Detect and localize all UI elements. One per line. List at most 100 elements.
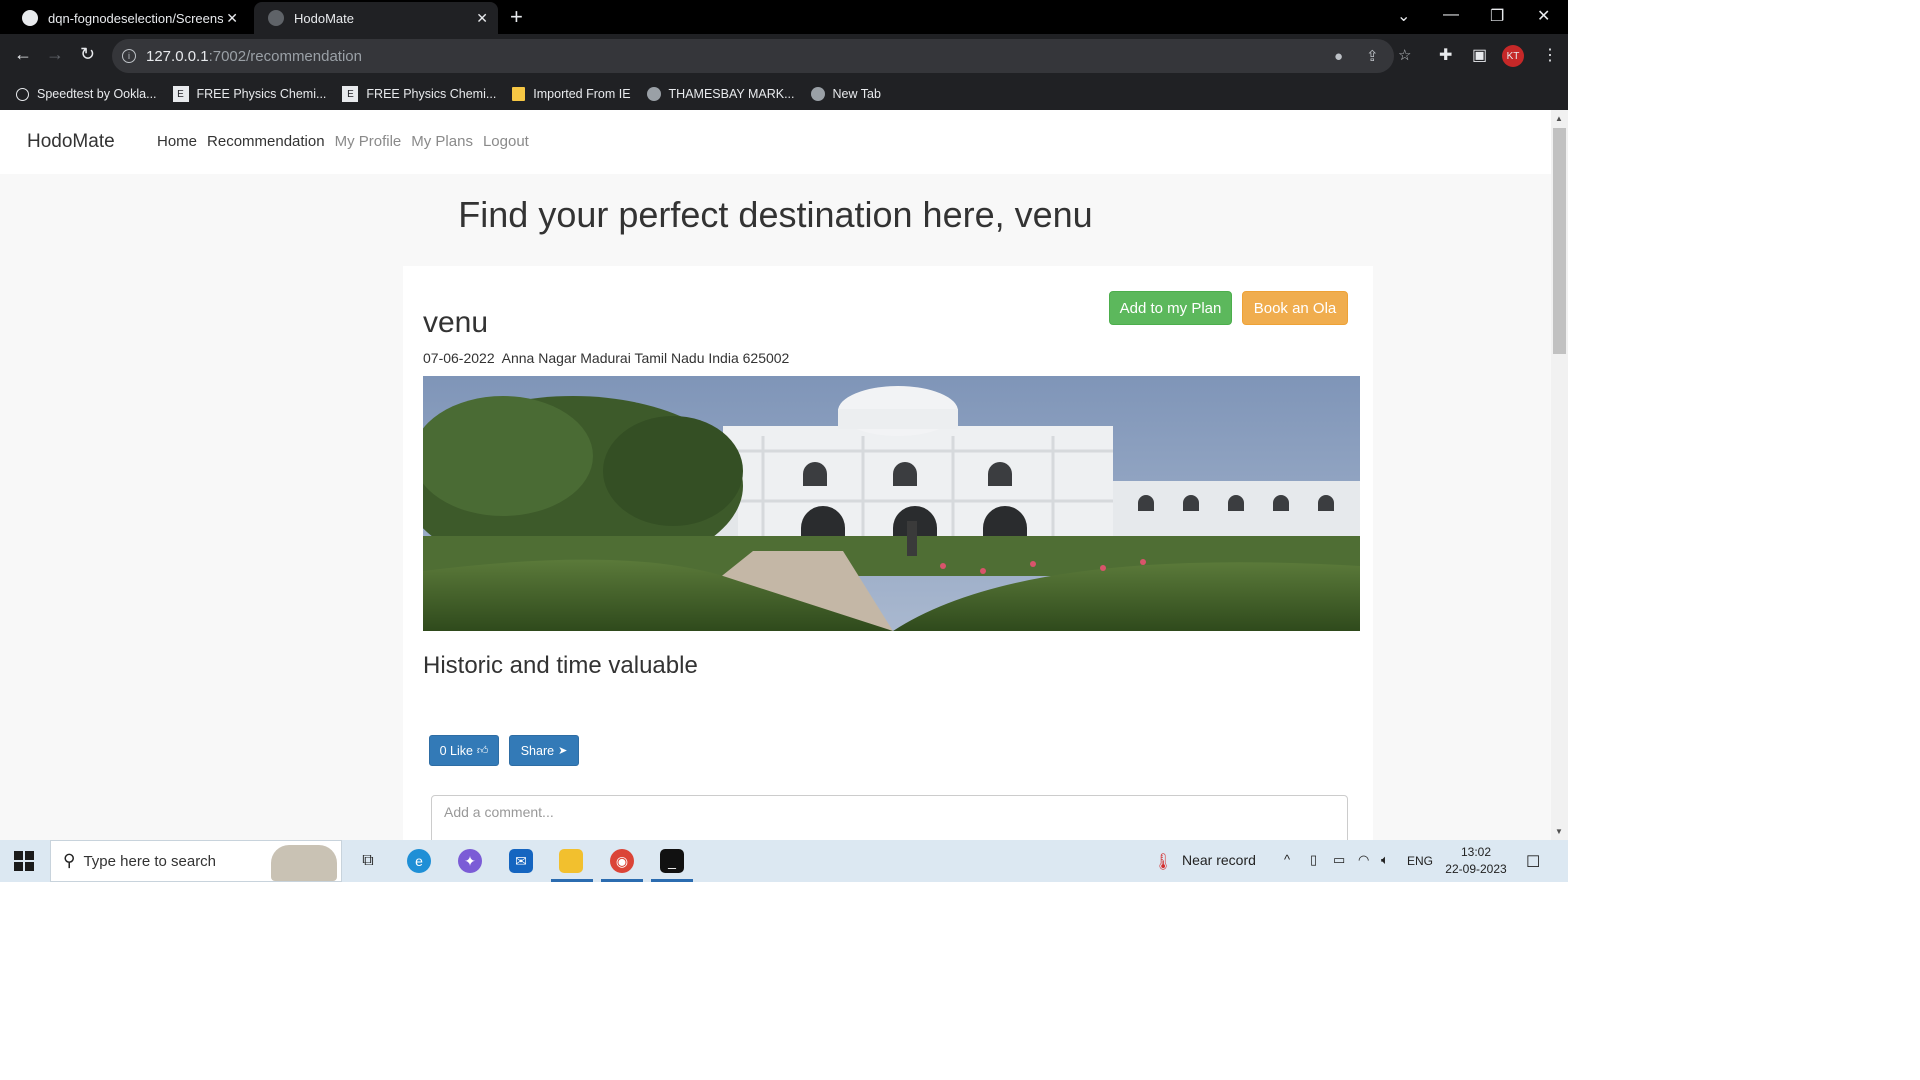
new-tab-button[interactable]: + bbox=[510, 6, 523, 28]
thumbs-up-icon: 👍︎ bbox=[476, 745, 489, 757]
taskbar-clock[interactable]: 13:02 22-09-2023 bbox=[1440, 844, 1512, 878]
scroll-thumb[interactable] bbox=[1553, 128, 1566, 354]
bookmark-physics-2[interactable]: E FREE Physics Chemi... bbox=[342, 86, 496, 102]
windows-taskbar: ⚲ Type here to search ⧉ e ✦ ✉ ◉ _ 🌡︎ Nea… bbox=[0, 840, 1568, 882]
browser-tab-github[interactable]: dqn-fognodeselection/Screensho ✕ bbox=[8, 2, 248, 34]
paper-plane-icon: ➤ bbox=[558, 745, 568, 757]
scroll-up-icon[interactable]: ▲ bbox=[1555, 114, 1563, 123]
globe-icon bbox=[646, 87, 661, 101]
browser-toolbar: ← → ↻ i 127.0.0.1:7002/recommendation ● … bbox=[0, 34, 1568, 78]
bookmark-thamesbay[interactable]: THAMESBAY MARK... bbox=[646, 87, 795, 101]
task-view-icon[interactable]: ⧉ bbox=[356, 849, 380, 873]
profile-avatar[interactable]: KT bbox=[1502, 45, 1524, 67]
tab-title: dqn-fognodeselection/Screensho bbox=[48, 10, 223, 26]
comment-input[interactable] bbox=[431, 795, 1348, 840]
globe-icon bbox=[810, 87, 825, 101]
bookmark-label: THAMESBAY MARK... bbox=[668, 87, 795, 101]
forward-arrow-icon[interactable]: → bbox=[46, 44, 64, 65]
windows-start-icon[interactable] bbox=[14, 851, 34, 871]
thermometer-icon[interactable]: 🌡︎ bbox=[1153, 852, 1173, 872]
bookmark-label: Imported From IE bbox=[533, 87, 631, 101]
nav-my-plans[interactable]: My Plans bbox=[411, 133, 473, 150]
nav-home[interactable]: Home bbox=[157, 133, 197, 150]
url-host: 127.0.0.1 bbox=[146, 47, 209, 65]
folder-icon bbox=[512, 87, 526, 101]
bookmark-folder-imported[interactable]: Imported From IE bbox=[512, 87, 631, 101]
close-window-button[interactable]: ✕ bbox=[1537, 6, 1550, 26]
reload-icon[interactable]: ↻ bbox=[80, 44, 95, 65]
extensions-puzzle-icon[interactable]: ✚ bbox=[1439, 45, 1452, 65]
nav-links: Home Recommendation My Profile My Plans … bbox=[157, 133, 539, 150]
side-panel-icon[interactable]: ▣ bbox=[1472, 45, 1487, 65]
brand-logo[interactable]: HodoMate bbox=[27, 131, 115, 153]
book-ola-button[interactable]: Book an Ola bbox=[1242, 291, 1348, 325]
close-icon[interactable]: ✕ bbox=[226, 10, 238, 27]
language-indicator[interactable]: ENG bbox=[1407, 854, 1433, 868]
info-icon[interactable]: i bbox=[122, 49, 136, 63]
taskbar-search-box[interactable]: ⚲ Type here to search bbox=[50, 840, 342, 882]
volume-icon[interactable]: 🔈︎ bbox=[1381, 852, 1389, 868]
copilot-icon[interactable]: ✦ bbox=[458, 849, 482, 873]
share-button[interactable]: Share ➤ bbox=[509, 735, 579, 766]
clock-time: 13:02 bbox=[1460, 845, 1492, 859]
document-icon: E bbox=[172, 86, 189, 102]
speedtest-icon bbox=[16, 87, 29, 101]
tab-search-icon[interactable]: ⌄ bbox=[1397, 6, 1410, 26]
chrome-icon[interactable]: ◉ bbox=[610, 849, 634, 873]
bookmark-new-tab[interactable]: New Tab bbox=[810, 87, 881, 101]
destination-photo bbox=[423, 376, 1360, 631]
minimize-button[interactable]: — bbox=[1443, 6, 1459, 24]
bookmark-speedtest[interactable]: Speedtest by Ookla... bbox=[16, 87, 157, 101]
browser-tab-hodomate[interactable]: HodoMate ✕ bbox=[254, 2, 498, 34]
restore-button[interactable]: ❐ bbox=[1490, 6, 1504, 26]
bookmark-label: Speedtest by Ookla... bbox=[37, 87, 157, 101]
browser-tab-strip: dqn-fognodeselection/Screensho ✕ HodoMat… bbox=[0, 0, 1568, 34]
bookmark-star-icon[interactable]: ☆ bbox=[1398, 46, 1411, 64]
github-icon bbox=[22, 10, 38, 26]
bookmark-label: FREE Physics Chemi... bbox=[366, 87, 497, 101]
location-pin-icon[interactable]: ● bbox=[1334, 48, 1343, 65]
bookmarks-bar: Speedtest by Ookla... E FREE Physics Che… bbox=[0, 78, 1568, 110]
page-scrollbar[interactable]: ▲ ▼ bbox=[1551, 110, 1568, 840]
nav-recommendation[interactable]: Recommendation bbox=[207, 133, 325, 150]
battery-icon[interactable]: ▭ bbox=[1333, 852, 1345, 868]
url-path: :7002/recommendation bbox=[208, 47, 362, 65]
scroll-down-icon[interactable]: ▼ bbox=[1555, 827, 1563, 836]
address-bar[interactable]: i 127.0.0.1:7002/recommendation bbox=[112, 39, 1394, 73]
file-explorer-icon[interactable] bbox=[559, 849, 583, 873]
globe-icon bbox=[268, 10, 284, 26]
nav-my-profile[interactable]: My Profile bbox=[335, 133, 402, 150]
bookmark-label: FREE Physics Chemi... bbox=[196, 87, 327, 101]
mail-icon[interactable]: ✉ bbox=[509, 849, 533, 873]
search-highlight-icon bbox=[271, 845, 337, 881]
page-viewport: HodoMate Home Recommendation My Profile … bbox=[0, 110, 1551, 840]
terminal-icon[interactable]: _ bbox=[660, 849, 684, 873]
destination-description: Historic and time valuable bbox=[423, 652, 698, 679]
page-title-text: Find your perfect destination here, venu bbox=[458, 194, 1093, 235]
chevron-up-icon[interactable]: ^ bbox=[1284, 852, 1290, 867]
active-indicator bbox=[601, 879, 643, 882]
destination-address: Anna Nagar Madurai Tamil Nadu India 6250… bbox=[501, 350, 790, 366]
more-menu-icon[interactable]: ⋮ bbox=[1542, 45, 1558, 65]
nav-logout[interactable]: Logout bbox=[483, 133, 529, 150]
back-arrow-icon[interactable]: ← bbox=[14, 44, 32, 65]
like-button[interactable]: 0 Like 👍︎ bbox=[429, 735, 499, 766]
site-navbar: HodoMate Home Recommendation My Profile … bbox=[0, 110, 1551, 174]
notification-icon[interactable]: ☐ bbox=[1526, 852, 1540, 872]
tab-title: HodoMate bbox=[294, 10, 354, 26]
like-label: 0 Like bbox=[439, 743, 473, 758]
edge-browser-icon[interactable]: e bbox=[407, 849, 431, 873]
bookmark-label: New Tab bbox=[832, 87, 881, 101]
share-icon[interactable]: ⇪ bbox=[1366, 47, 1379, 65]
share-label: Share bbox=[520, 743, 555, 758]
clock-date: 22-09-2023 bbox=[1445, 862, 1507, 876]
close-icon[interactable]: ✕ bbox=[476, 10, 488, 27]
wifi-icon[interactable]: ◠ bbox=[1358, 852, 1369, 868]
add-to-plan-button[interactable]: Add to my Plan bbox=[1109, 291, 1232, 325]
search-icon: ⚲ bbox=[63, 851, 76, 870]
active-indicator bbox=[551, 879, 593, 882]
bookmark-physics-1[interactable]: E FREE Physics Chemi... bbox=[172, 86, 327, 102]
device-icon[interactable]: ▯ bbox=[1310, 852, 1317, 868]
destination-card: Add to my Plan Book an Ola venu 07-06-20… bbox=[403, 266, 1373, 840]
weather-text[interactable]: Near record bbox=[1182, 852, 1256, 868]
